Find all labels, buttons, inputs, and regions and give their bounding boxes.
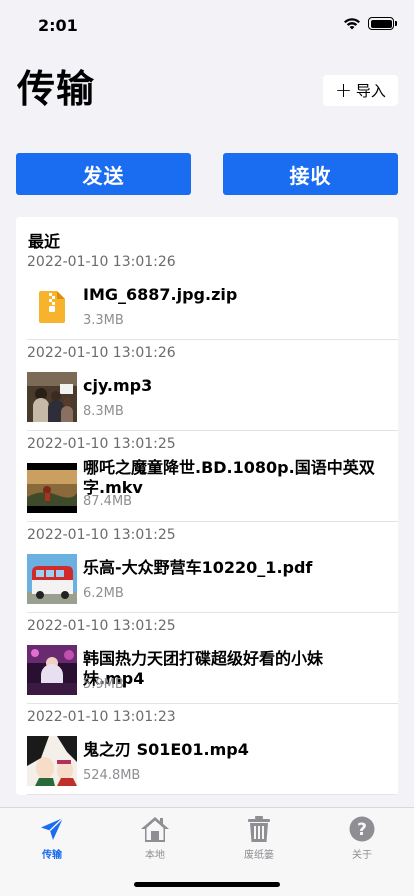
tab-local[interactable]: 本地 — [103, 808, 207, 868]
transfer-time: 2022-01-10 13:01:23 — [27, 709, 176, 725]
file-size: 5.9MB — [83, 677, 124, 692]
list-item[interactable]: 2022-01-10 13:01:26 cjy.mp3 8.3MB — [16, 345, 398, 436]
tab-transfer[interactable]: 传输 — [0, 808, 104, 868]
list-item[interactable]: 2022-01-10 13:01:26 IMG_6887.jpg.zip 3.3… — [16, 254, 398, 345]
tab-label: 废纸篓 — [244, 850, 274, 861]
divider — [27, 339, 398, 340]
tab-label: 传输 — [42, 850, 62, 861]
pdf-thumbnail — [27, 554, 77, 604]
list-item[interactable]: 2022-01-10 13:01:25 乐高-大众野营车10220_1.pdf … — [16, 527, 398, 618]
import-label: 导入 — [355, 82, 386, 100]
question-icon: ? — [349, 816, 375, 842]
zip-file-icon — [27, 281, 77, 331]
battery-icon — [368, 17, 397, 30]
svg-text:?: ? — [357, 820, 367, 840]
home-icon — [141, 817, 169, 842]
file-name: 哪吒之魔童降世.BD.1080p.国语中英双字.mkv — [83, 458, 375, 497]
transfer-time: 2022-01-10 13:01:26 — [27, 345, 176, 361]
divider — [27, 794, 398, 795]
file-name: IMG_6887.jpg.zip — [83, 285, 238, 304]
file-name: 鬼之刃 S01E01.mp4 — [83, 740, 249, 759]
divider — [27, 612, 398, 613]
import-button[interactable]: + 导入 — [323, 75, 398, 106]
plus-icon: + — [335, 77, 352, 102]
paper-plane-icon — [41, 817, 64, 840]
page-title: 传输 — [17, 67, 96, 111]
transfer-time: 2022-01-10 13:01:25 — [27, 618, 176, 634]
video-thumbnail — [27, 645, 77, 695]
trash-icon — [248, 816, 270, 842]
list-item[interactable]: 2022-01-10 13:01:25 哪吒之魔童降世.BD.1080p.国语中… — [16, 436, 398, 527]
file-size: 524.8MB — [83, 768, 141, 783]
divider — [27, 430, 398, 431]
send-button[interactable]: 发送 — [16, 153, 191, 195]
file-size: 8.3MB — [83, 404, 124, 419]
list-item[interactable]: 2022-01-10 13:01:25 韩国热力天团打碟超级好看的小妹妹.mp4… — [16, 618, 398, 709]
transfer-time: 2022-01-10 13:01:25 — [27, 436, 176, 452]
tab-label: 关于 — [352, 850, 372, 861]
video-thumbnail — [27, 463, 77, 513]
recent-title: 最近 — [28, 232, 61, 251]
divider — [27, 521, 398, 522]
transfer-time: 2022-01-10 13:01:26 — [27, 254, 176, 270]
file-size: 3.3MB — [83, 313, 124, 328]
list-item[interactable]: 2022-01-10 13:01:23 鬼之刃 S01E01.mp4 524.8… — [16, 709, 398, 795]
home-indicator — [134, 882, 280, 887]
transfer-time: 2022-01-10 13:01:25 — [27, 527, 176, 543]
status-time: 2:01 — [38, 16, 78, 35]
receive-button[interactable]: 接收 — [223, 153, 398, 195]
tab-about[interactable]: ? 关于 — [310, 808, 414, 868]
file-size: 6.2MB — [83, 586, 124, 601]
photo-thumbnail — [27, 372, 77, 422]
tab-label: 本地 — [145, 850, 165, 861]
wifi-icon — [344, 18, 360, 30]
video-thumbnail — [27, 736, 77, 786]
divider — [27, 703, 398, 704]
file-name: cjy.mp3 — [83, 376, 153, 395]
recent-transfers-panel: 最近 2022-01-10 13:01:26 IMG_6887.jpg.zip … — [16, 217, 398, 795]
status-bar: 2:01 — [0, 0, 414, 48]
tab-trash[interactable]: 废纸篓 — [207, 808, 311, 868]
file-name: 乐高-大众野营车10220_1.pdf — [83, 558, 313, 577]
file-size: 87.4MB — [83, 494, 133, 509]
status-icons — [343, 17, 397, 30]
file-name: 韩国热力天团打碟超级好看的小妹妹.mp4 — [83, 649, 324, 688]
